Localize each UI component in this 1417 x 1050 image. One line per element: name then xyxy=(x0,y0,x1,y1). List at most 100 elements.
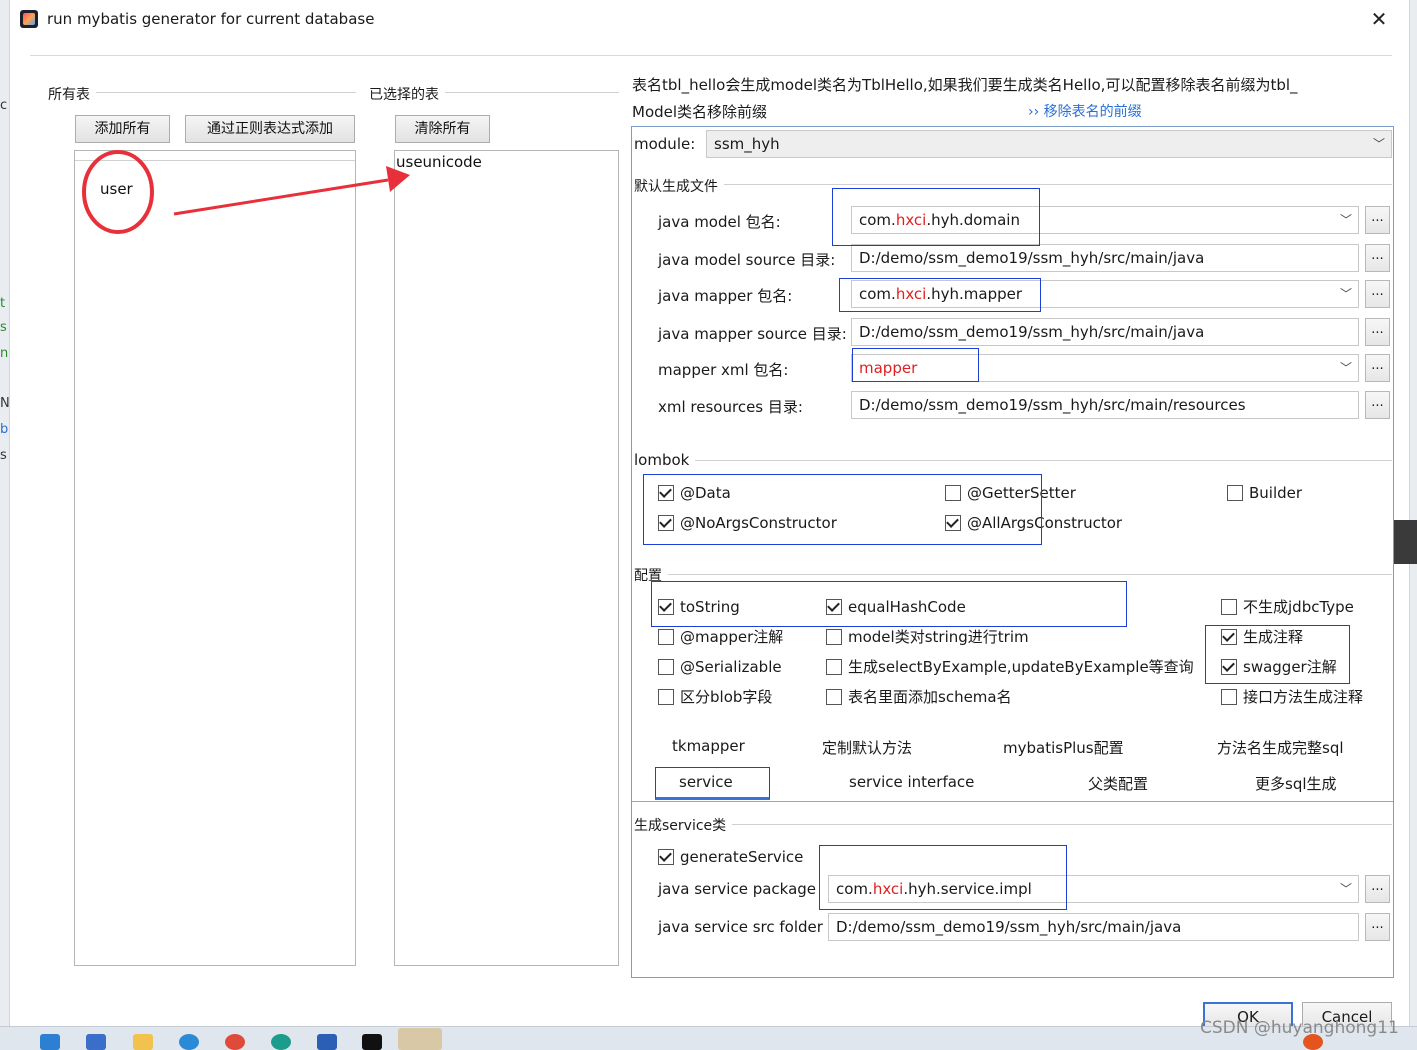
xml-resources-input[interactable]: D:/demo/ssm_demo19/ssm_hyh/src/main/reso… xyxy=(851,391,1359,419)
service-section-line xyxy=(634,824,1392,825)
checkbox-builder[interactable]: Builder xyxy=(1227,484,1302,502)
checkbox-serializable[interactable]: @Serializable xyxy=(658,658,782,676)
chevron-down-icon: ﹀ xyxy=(1339,213,1352,227)
mapper-xml-package-input[interactable]: mapper ﹀ xyxy=(851,354,1359,382)
browse-button[interactable]: ... xyxy=(1365,206,1390,234)
mapper-package-input[interactable]: com.hxci.hyh.mapper ﹀ xyxy=(851,280,1359,308)
service-section-label: 生成service类 xyxy=(634,815,733,835)
remove-prefix-link[interactable]: ›› 移除表名的前缀 xyxy=(1028,101,1142,121)
photos-icon[interactable] xyxy=(317,1034,337,1050)
config-label: 配置 xyxy=(634,565,668,585)
browse-button[interactable]: ... xyxy=(1365,280,1390,308)
intellij-taskbar-icon[interactable] xyxy=(362,1034,382,1050)
checkbox-all-args-constructor[interactable]: @AllArgsConstructor xyxy=(945,514,1122,532)
package-suffix: .hyh.mapper xyxy=(926,285,1023,303)
mapper-source-input[interactable]: D:/demo/ssm_demo19/ssm_hyh/src/main/java xyxy=(851,318,1359,346)
window-title: run mybatis generator for current databa… xyxy=(47,10,375,28)
model-prefix-label: Model类名移除前缀 xyxy=(632,103,768,121)
xml-resources-label: xml resources 目录: xyxy=(658,398,803,416)
checkbox-generate-comments[interactable]: 生成注释 xyxy=(1221,628,1303,646)
package-prefix: com. xyxy=(859,211,896,229)
title-divider xyxy=(30,55,1392,56)
store-icon[interactable] xyxy=(86,1034,106,1050)
service-package-label: java service package xyxy=(658,880,817,898)
module-select[interactable]: ssm_hyh ﹀ xyxy=(706,130,1392,158)
annotation-arrow xyxy=(82,150,410,234)
intellij-logo-icon xyxy=(20,10,38,28)
all-tables-list[interactable] xyxy=(74,150,356,966)
model-package-label: java model 包名: xyxy=(658,213,781,231)
mapper-xml-package-label: mapper xml 包名: xyxy=(658,361,789,379)
browse-button[interactable]: ... xyxy=(1365,913,1390,941)
default-files-label: 默认生成文件 xyxy=(634,176,724,196)
browse-button[interactable]: ... xyxy=(1365,875,1390,903)
checkbox-blob-fields[interactable]: 区分blob字段 xyxy=(658,688,772,706)
browser-icon[interactable] xyxy=(179,1034,199,1050)
prefix-hint-text: 表名tbl_hello会生成model类名为TblHello,如果我们要生成类名… xyxy=(632,76,1298,94)
config-line xyxy=(634,574,1392,575)
checkbox-schema-name[interactable]: 表名里面添加schema名 xyxy=(826,688,1012,706)
mapper-xml-value: mapper xyxy=(859,359,918,377)
mapper-package-label: java mapper 包名: xyxy=(658,287,793,305)
package-highlight: hxci xyxy=(872,880,904,898)
package-highlight: hxci xyxy=(895,211,927,229)
tab-full-sql-method-names[interactable]: 方法名生成完整sql xyxy=(1217,737,1344,758)
checkbox-interface-comments[interactable]: 接口方法生成注释 xyxy=(1221,688,1363,706)
background-window-edge: c t s n N b s xyxy=(0,0,10,1050)
model-source-input[interactable]: D:/demo/ssm_demo19/ssm_hyh/src/main/java xyxy=(851,244,1359,272)
mapper-source-label: java mapper source 目录: xyxy=(658,325,847,343)
chrome-icon[interactable] xyxy=(225,1034,245,1050)
lombok-label: lombok xyxy=(634,451,696,469)
checkbox-swagger[interactable]: swagger注解 xyxy=(1221,658,1337,676)
tab-custom-default-methods[interactable]: 定制默认方法 xyxy=(822,737,912,758)
add-all-button[interactable]: 添加所有 xyxy=(75,115,170,143)
selected-tables-label: 已选择的表 xyxy=(369,84,445,104)
mail-icon[interactable] xyxy=(40,1034,60,1050)
chevron-down-icon: ﹀ xyxy=(1339,361,1352,375)
folder-icon[interactable] xyxy=(133,1034,153,1050)
close-icon[interactable]: ✕ xyxy=(1366,6,1392,32)
edge-icon[interactable] xyxy=(271,1034,291,1050)
default-files-line xyxy=(634,184,1392,185)
service-folder-input[interactable]: D:/demo/ssm_demo19/ssm_hyh/src/main/java xyxy=(828,913,1359,941)
browse-button[interactable]: ... xyxy=(1365,318,1390,346)
checkbox-no-args-constructor[interactable]: @NoArgsConstructor xyxy=(658,514,837,532)
all-tables-label: 所有表 xyxy=(48,84,96,104)
watermark: CSDN @huyanghong11 xyxy=(1200,1018,1399,1038)
add-by-regex-button[interactable]: 通过正则表达式添加 xyxy=(185,115,355,143)
tab-tkmapper[interactable]: tkmapper xyxy=(672,737,745,755)
selected-tables-list[interactable] xyxy=(394,150,619,966)
chevron-down-icon: ﹀ xyxy=(1372,137,1385,151)
package-highlight: hxci xyxy=(895,285,927,303)
checkbox-mapper-annotation[interactable]: @mapper注解 xyxy=(658,628,783,646)
service-package-input[interactable]: com.hxci.hyh.service.impl ﹀ xyxy=(828,875,1359,903)
browse-button[interactable]: ... xyxy=(1365,244,1390,272)
checkbox-tostring[interactable]: toString xyxy=(658,598,740,616)
browse-button[interactable]: ... xyxy=(1365,354,1390,382)
wechat-icon[interactable] xyxy=(398,1028,442,1050)
module-label: module: xyxy=(634,135,696,153)
clear-all-button[interactable]: 清除所有 xyxy=(395,115,490,143)
tab-service-interface[interactable]: service interface xyxy=(849,773,974,791)
checkbox-generate-service[interactable]: generateService xyxy=(658,848,803,866)
browse-button[interactable]: ... xyxy=(1365,391,1390,419)
tab-more-sql[interactable]: 更多sql生成 xyxy=(1255,773,1337,794)
checkbox-equal-hashcode[interactable]: equalHashCode xyxy=(826,598,966,616)
chevron-down-icon: ﹀ xyxy=(1339,287,1352,301)
chevron-down-icon: ﹀ xyxy=(1339,882,1352,896)
checkbox-no-jdbc-type[interactable]: 不生成jdbcType xyxy=(1221,598,1354,616)
model-package-input[interactable]: com.hxci.hyh.domain ﹀ xyxy=(851,206,1359,234)
checkbox-data[interactable]: @Data xyxy=(658,484,731,502)
package-prefix: com. xyxy=(836,880,873,898)
tab-mybatis-plus[interactable]: mybatisPlus配置 xyxy=(1003,737,1124,758)
lombok-line xyxy=(634,460,1392,461)
checkbox-string-trim[interactable]: model类对string进行trim xyxy=(826,628,1029,646)
model-source-label: java model source 目录: xyxy=(658,251,836,269)
module-value: ssm_hyh xyxy=(714,135,780,153)
checkbox-select-by-example[interactable]: 生成selectByExample,updateByExample等查询 xyxy=(826,658,1194,676)
tab-parent-class[interactable]: 父类配置 xyxy=(1088,773,1148,794)
tab-service[interactable]: service xyxy=(679,773,733,791)
service-folder-label: java service src folder xyxy=(658,918,823,936)
tab-baseline xyxy=(632,801,1393,802)
checkbox-getter-setter[interactable]: @GetterSetter xyxy=(945,484,1076,502)
